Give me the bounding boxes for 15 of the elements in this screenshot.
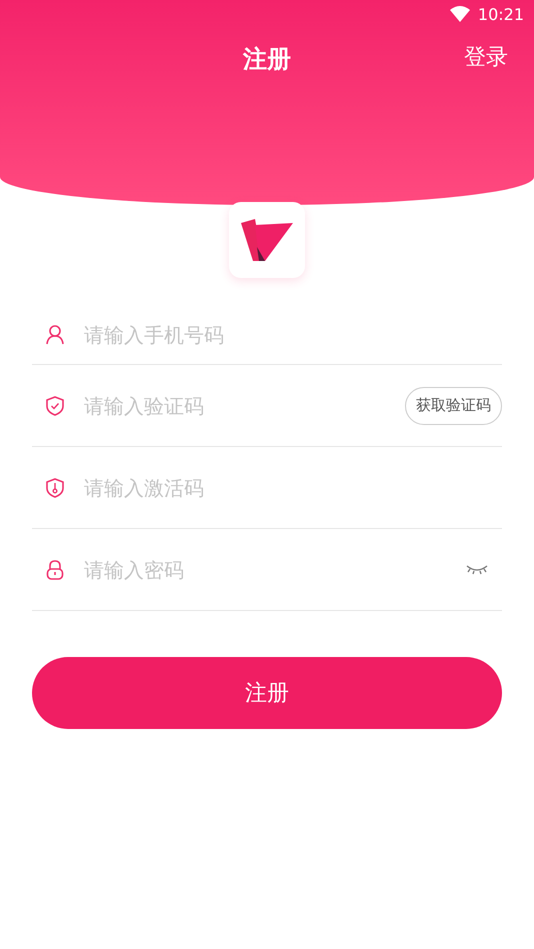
shield-key-icon (46, 478, 64, 498)
closed-eye-icon[interactable] (466, 564, 488, 576)
page-title: 注册 (243, 44, 291, 75)
status-time: 10:21 (478, 4, 524, 24)
shield-check-icon (46, 396, 64, 416)
user-icon (46, 325, 64, 345)
text-field[interactable]: 请输入激活码 (84, 476, 502, 500)
login-link[interactable]: 登录 (464, 42, 508, 72)
get-code-button[interactable]: 获取验证码 (405, 386, 502, 424)
lock-icon (46, 560, 64, 580)
text-field[interactable]: 请输入密码 (84, 558, 466, 582)
text-field[interactable]: 请输入验证码 (84, 394, 405, 418)
text-field[interactable]: 请输入手机号码 (84, 323, 502, 347)
wifi-icon (450, 6, 470, 22)
register-button[interactable]: 注册 (32, 657, 502, 729)
